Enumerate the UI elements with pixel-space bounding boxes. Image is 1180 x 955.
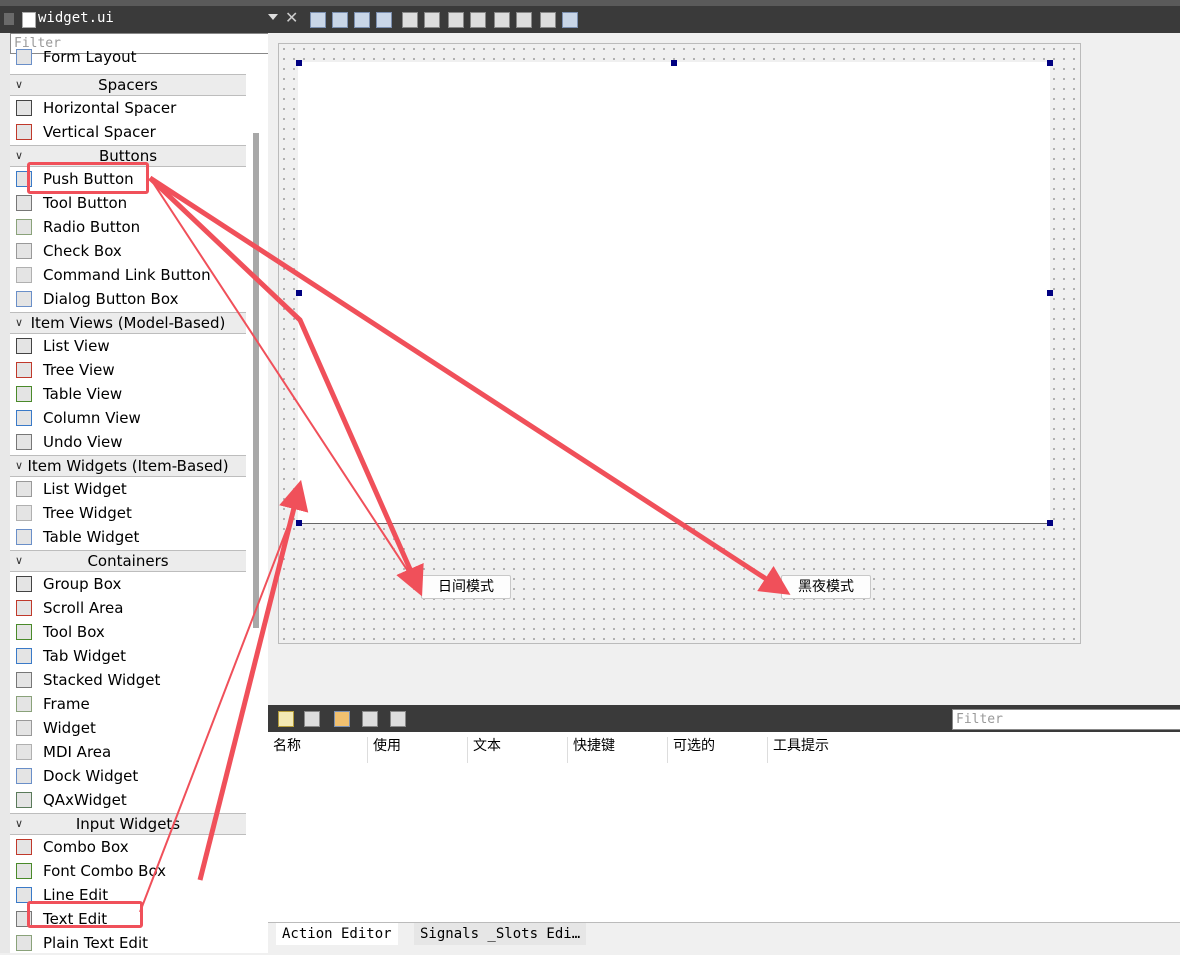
arrow-text-edit <box>197 479 309 881</box>
annotation-arrows <box>139 175 791 913</box>
arrow-thin-text <box>139 499 299 913</box>
arrow-night-mode <box>148 175 791 595</box>
arrow-thin-day <box>149 177 418 586</box>
